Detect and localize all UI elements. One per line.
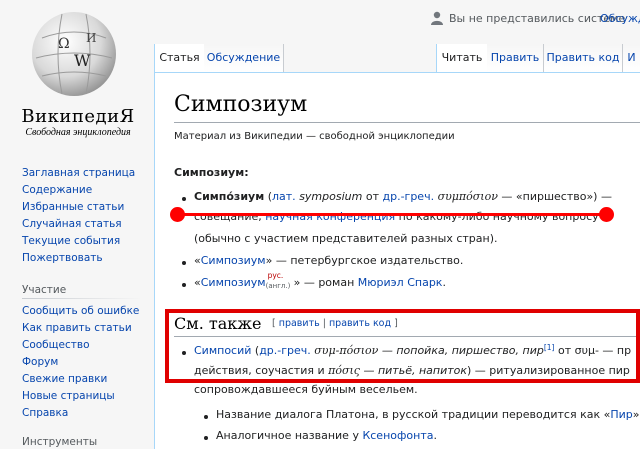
list-bullet (182, 197, 186, 201)
sidebar-item-help[interactable]: Справка (22, 407, 68, 419)
user-icon (431, 11, 443, 25)
tab-edit-source[interactable]: Править код (544, 44, 623, 72)
tab-label: Править (490, 51, 540, 64)
ru-mark[interactable]: рус. (268, 271, 284, 280)
sidebar-divider (22, 298, 142, 299)
sidebar-section-title[interactable]: Инструменты (22, 436, 97, 448)
text: . (442, 276, 446, 289)
annotation-dot-right (599, 207, 614, 222)
sidebar-item-how-to-edit[interactable]: Как править статьи (22, 322, 132, 334)
lang-link-latin[interactable]: лат. (272, 190, 296, 203)
tab-label: Читать (441, 51, 483, 64)
sidebar-item-main-page[interactable]: Заглавная страница (22, 167, 135, 179)
sidebar-item-report-error[interactable]: Сообщить об ошибке (22, 305, 139, 317)
list-item: Симпо́зиум (лат. symposium от др.-греч. … (194, 190, 612, 203)
list-item: «Симпозиум рус. (англ.)» — роман Мюриэл Сп… (194, 271, 446, 290)
feast-dialogue-link[interactable]: Пир (610, 408, 632, 421)
disambiguation-heading: Симпозиум: (174, 166, 249, 179)
text: « (194, 276, 201, 289)
site-tagline: Материал из Википедии — свободной энцикл… (174, 131, 455, 142)
globe-glyph: Ω (58, 36, 70, 52)
en-mark[interactable]: (англ.) (266, 282, 291, 290)
list-item: Название диалога Платона, в русской трад… (216, 408, 640, 421)
text: « (194, 254, 201, 267)
tab-talk[interactable]: Обсуждение (204, 44, 284, 72)
sidebar-item-donate[interactable]: Пожертвовать (22, 252, 103, 264)
list-item-continued: сопровождавшееся буйным весельем. (194, 383, 418, 396)
sidebar-section-title[interactable]: Участие (22, 284, 66, 296)
tab-read[interactable]: Читать (436, 44, 488, 72)
sidebar-item-featured[interactable]: Избранные статьи (22, 201, 124, 213)
tab-history[interactable]: И (623, 44, 640, 72)
text: ». (632, 408, 640, 421)
title-divider (174, 122, 640, 123)
latin-word: symposium (299, 190, 363, 203)
tab-label: Обсуждение (206, 51, 281, 64)
sidebar-item-random[interactable]: Случайная статья (22, 218, 122, 230)
sidebar-item-forum[interactable]: Форум (22, 356, 58, 368)
text: Аналогичное название у (216, 429, 363, 442)
tab-label: И (627, 51, 636, 64)
sidebar-main-nav: Заглавная страница Содержание Избранные … (22, 165, 135, 267)
list-bullet (182, 283, 186, 287)
interlanguage-marks: рус. (англ.) (266, 271, 294, 290)
list-bullet (204, 415, 208, 419)
page-title: Симпозиум (174, 92, 308, 117)
text: . (433, 429, 437, 442)
text: ( (264, 190, 272, 203)
sidebar-item-recent-changes[interactable]: Свежие правки (22, 373, 107, 385)
tab-label: Править код (546, 51, 620, 64)
sidebar-item-community[interactable]: Сообщество (22, 339, 90, 351)
text: от (362, 190, 383, 203)
text: » — петербургское издательство. (265, 254, 464, 267)
text: » — роман (293, 276, 358, 289)
list-item: «Симпозиум» — петербургское издательство… (194, 254, 463, 267)
publisher-link[interactable]: Симпозиум (201, 254, 266, 267)
sidebar-item-current-events[interactable]: Текущие события (22, 235, 120, 247)
scientific-conference-link[interactable]: научная конференция (265, 210, 395, 223)
author-link[interactable]: Мюриэл Спарк (358, 276, 443, 289)
wikipedia-globe-logo[interactable]: Ω W И (28, 8, 120, 100)
not-logged-in-text: Вы не представились системе (449, 12, 626, 25)
list-item-continued: (обычно с участием представителей разных… (194, 232, 498, 245)
text: Название диалога Платона, в русской трад… (216, 408, 611, 421)
term-bold: Симпо́зиум (194, 190, 265, 203)
greek-word: συμπόσιον (437, 190, 498, 203)
globe-glyph: W (74, 51, 91, 70)
logo-wordmark[interactable]: ВикипедиЯ (8, 106, 148, 127)
sidebar-item-contents[interactable]: Содержание (22, 184, 92, 196)
globe-glyph: И (86, 31, 96, 45)
sidebar-participation-nav: Сообщить об ошибке Как править статьи Со… (22, 303, 139, 422)
list-bullet (182, 261, 186, 265)
sidebar-item-new-pages[interactable]: Новые страницы (22, 390, 115, 402)
tab-article[interactable]: Статья (154, 44, 205, 72)
list-item-continued: совещание, научная конференция по какому… (194, 210, 599, 223)
list-item: Аналогичное название у Ксенофонта. (216, 429, 437, 442)
tab-label: Статья (159, 51, 200, 64)
text: — «пиршество») — (497, 190, 612, 203)
xenophon-link[interactable]: Ксенофонта (362, 429, 433, 442)
lang-link-greek[interactable]: др.-греч. (382, 190, 434, 203)
annotation-strike-line (178, 213, 606, 216)
list-bullet (204, 436, 208, 440)
novel-link[interactable]: Симпозиум (201, 276, 266, 289)
text: по какому-либо научному вопросу (395, 210, 599, 223)
text: совещание, (194, 210, 266, 223)
annotation-highlight-box (165, 309, 640, 383)
discussion-link[interactable]: Обсужд (600, 12, 640, 25)
annotation-dot-left (170, 207, 185, 222)
tab-edit[interactable]: Править (487, 44, 544, 72)
logo-tagline: Свободная энциклопедия (25, 127, 131, 138)
